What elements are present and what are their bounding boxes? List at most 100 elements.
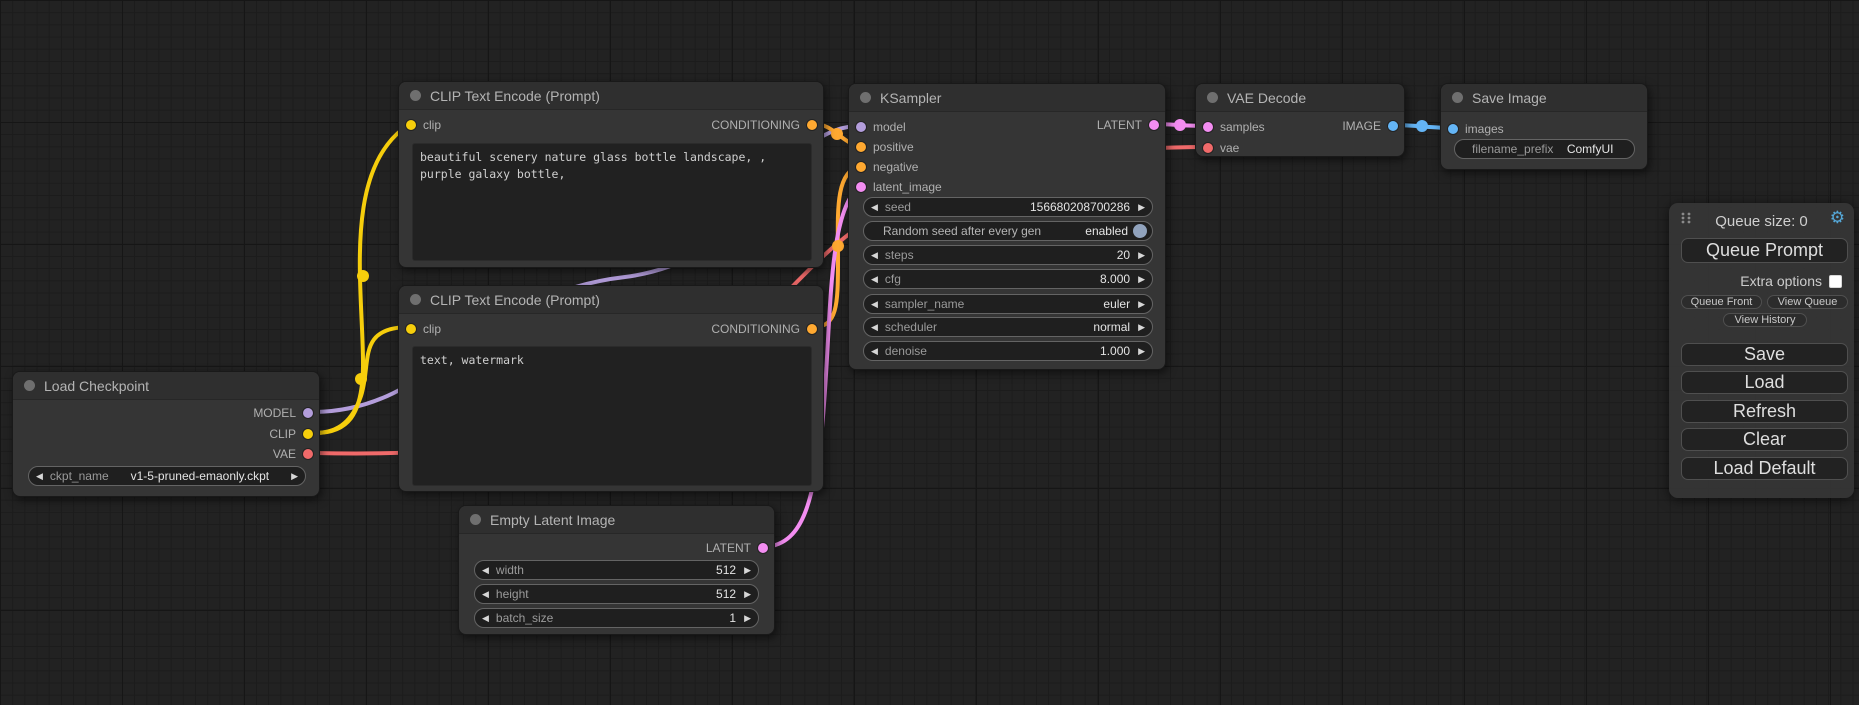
input-row-model: model	[856, 117, 906, 137]
conditioning-output-dot[interactable]	[807, 120, 817, 130]
vae-input-dot[interactable]	[1203, 143, 1213, 153]
decrement-arrow-icon[interactable]: ◀	[482, 590, 489, 599]
negative-prompt-textarea[interactable]: text, watermark	[412, 346, 812, 486]
decrement-arrow-icon[interactable]: ◀	[482, 566, 489, 575]
node-load-checkpoint[interactable]: Load Checkpoint MODEL CLIP VAE ◀ ckpt_na…	[12, 371, 320, 497]
node-title-bar[interactable]: VAE Decode	[1196, 84, 1404, 112]
samples-input-dot[interactable]	[1203, 122, 1213, 132]
node-save-image[interactable]: Save Image images filename_prefix ComfyU…	[1440, 83, 1648, 170]
decrement-arrow-icon[interactable]: ◀	[36, 472, 43, 481]
widget-label: height	[496, 587, 529, 601]
input-row-negative: negative	[856, 157, 918, 177]
node-title-bar[interactable]: Load Checkpoint	[13, 372, 319, 400]
decrement-arrow-icon[interactable]: ◀	[871, 300, 878, 309]
cfg-widget[interactable]: ◀ cfg 8.000 ▶	[863, 269, 1153, 289]
increment-arrow-icon[interactable]: ▶	[744, 590, 751, 599]
node-title-bar[interactable]: CLIP Text Encode (Prompt)	[399, 82, 823, 110]
latent-output-dot[interactable]	[1149, 120, 1159, 130]
collapse-dot-icon[interactable]	[860, 92, 871, 103]
vae-output-dot[interactable]	[303, 449, 313, 459]
conditioning-output-dot[interactable]	[807, 324, 817, 334]
width-widget[interactable]: ◀ width 512 ▶	[474, 560, 759, 580]
clip-input-dot[interactable]	[406, 120, 416, 130]
decrement-arrow-icon[interactable]: ◀	[871, 203, 878, 212]
increment-arrow-icon[interactable]: ▶	[1138, 347, 1145, 356]
increment-arrow-icon[interactable]: ▶	[1138, 275, 1145, 284]
images-input-dot[interactable]	[1448, 124, 1458, 134]
node-clip-text-encode-negative[interactable]: CLIP Text Encode (Prompt) clip CONDITION…	[398, 285, 824, 492]
queue-prompt-button[interactable]: Queue Prompt	[1681, 238, 1848, 263]
input-label: model	[873, 120, 906, 134]
node-title-bar[interactable]: Save Image	[1441, 84, 1647, 112]
increment-arrow-icon[interactable]: ▶	[744, 566, 751, 575]
collapse-dot-icon[interactable]	[1207, 92, 1218, 103]
output-row-conditioning: CONDITIONING	[711, 319, 817, 339]
steps-widget[interactable]: ◀ steps 20 ▶	[863, 245, 1153, 265]
node-title: Load Checkpoint	[44, 378, 149, 394]
collapse-dot-icon[interactable]	[470, 514, 481, 525]
increment-arrow-icon[interactable]: ▶	[291, 472, 298, 481]
batch-size-widget[interactable]: ◀ batch_size 1 ▶	[474, 608, 759, 628]
link-dot-clip-positive	[357, 270, 369, 282]
widget-label: cfg	[885, 272, 901, 286]
increment-arrow-icon[interactable]: ▶	[1138, 323, 1145, 332]
increment-arrow-icon[interactable]: ▶	[1138, 251, 1145, 260]
negative-input-dot[interactable]	[856, 162, 866, 172]
node-empty-latent-image[interactable]: Empty Latent Image LATENT ◀ width 512 ▶ …	[458, 505, 775, 635]
seed-widget[interactable]: ◀ seed 156680208700286 ▶	[863, 197, 1153, 217]
toggle-enabled-dot[interactable]	[1133, 224, 1147, 238]
save-button[interactable]: Save	[1681, 343, 1848, 366]
filename-prefix-widget[interactable]: filename_prefix ComfyUI	[1454, 139, 1635, 159]
extra-options-checkbox[interactable]	[1829, 275, 1842, 288]
node-ksampler[interactable]: KSampler model LATENT positive negative …	[848, 83, 1166, 370]
widget-label: denoise	[885, 344, 927, 358]
sampler-name-widget[interactable]: ◀ sampler_name euler ▶	[863, 294, 1153, 314]
view-queue-button[interactable]: View Queue	[1767, 295, 1848, 309]
latent-output-dot[interactable]	[758, 543, 768, 553]
clear-button[interactable]: Clear	[1681, 428, 1848, 451]
view-history-button[interactable]: View History	[1723, 313, 1807, 327]
random-seed-toggle-widget[interactable]: Random seed after every gen enabled	[863, 221, 1153, 241]
load-button[interactable]: Load	[1681, 371, 1848, 394]
collapse-dot-icon[interactable]	[1452, 92, 1463, 103]
height-widget[interactable]: ◀ height 512 ▶	[474, 584, 759, 604]
load-default-button[interactable]: Load Default	[1681, 457, 1848, 480]
model-input-dot[interactable]	[856, 122, 866, 132]
node-graph-canvas[interactable]: Load Checkpoint MODEL CLIP VAE ◀ ckpt_na…	[0, 0, 1859, 705]
decrement-arrow-icon[interactable]: ◀	[871, 347, 878, 356]
model-output-dot[interactable]	[303, 408, 313, 418]
positive-input-dot[interactable]	[856, 142, 866, 152]
link-dot-conditioning-negative	[832, 240, 844, 252]
refresh-button[interactable]: Refresh	[1681, 400, 1848, 423]
collapse-dot-icon[interactable]	[410, 90, 421, 101]
node-title-bar[interactable]: CLIP Text Encode (Prompt)	[399, 286, 823, 314]
image-output-dot[interactable]	[1388, 121, 1398, 131]
node-title-bar[interactable]: Empty Latent Image	[459, 506, 774, 534]
node-clip-text-encode-positive[interactable]: CLIP Text Encode (Prompt) clip CONDITION…	[398, 81, 824, 268]
increment-arrow-icon[interactable]: ▶	[1138, 300, 1145, 309]
scheduler-widget[interactable]: ◀ scheduler normal ▶	[863, 317, 1153, 337]
latent-image-input-dot[interactable]	[856, 182, 866, 192]
gear-icon[interactable]: ⚙	[1830, 209, 1845, 226]
input-label: latent_image	[873, 180, 942, 194]
increment-arrow-icon[interactable]: ▶	[744, 614, 751, 623]
widget-value: 1.000	[1100, 344, 1130, 358]
positive-prompt-textarea[interactable]: beautiful scenery nature glass bottle la…	[412, 143, 812, 261]
decrement-arrow-icon[interactable]: ◀	[482, 614, 489, 623]
decrement-arrow-icon[interactable]: ◀	[871, 323, 878, 332]
ckpt-name-widget[interactable]: ◀ ckpt_name v1-5-pruned-emaonly.ckpt ▶	[28, 466, 306, 486]
collapse-dot-icon[interactable]	[24, 380, 35, 391]
increment-arrow-icon[interactable]: ▶	[1138, 203, 1145, 212]
widget-value: v1-5-pruned-emaonly.ckpt	[131, 469, 270, 483]
decrement-arrow-icon[interactable]: ◀	[871, 275, 878, 284]
clip-output-dot[interactable]	[303, 429, 313, 439]
widget-value: 1	[729, 611, 736, 625]
node-vae-decode[interactable]: VAE Decode samples IMAGE vae	[1195, 83, 1405, 157]
decrement-arrow-icon[interactable]: ◀	[871, 251, 878, 260]
denoise-widget[interactable]: ◀ denoise 1.000 ▶	[863, 341, 1153, 361]
node-title-bar[interactable]: KSampler	[849, 84, 1165, 112]
input-label: negative	[873, 160, 918, 174]
queue-front-button[interactable]: Queue Front	[1681, 295, 1762, 309]
clip-input-dot[interactable]	[406, 324, 416, 334]
collapse-dot-icon[interactable]	[410, 294, 421, 305]
